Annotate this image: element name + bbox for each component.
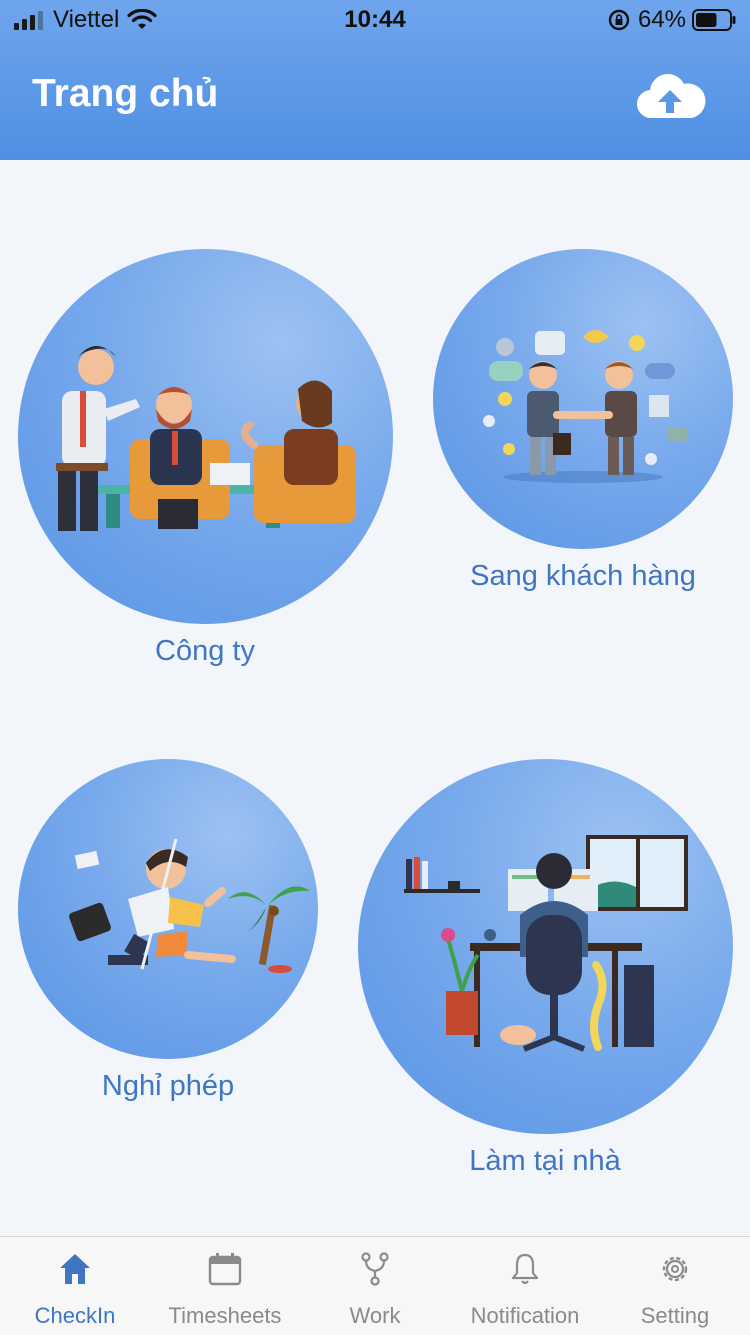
tab-label: CheckIn bbox=[34, 1303, 116, 1328]
work-from-home-illustration-art bbox=[404, 835, 688, 1052]
tab-label: Notification bbox=[470, 1303, 580, 1328]
tab-label: Timesheets bbox=[168, 1303, 282, 1328]
battery-icon bbox=[692, 9, 736, 31]
calendar-icon bbox=[208, 1253, 242, 1286]
battery-percent: 64% bbox=[637, 6, 686, 33]
tab-label: Setting bbox=[640, 1303, 710, 1328]
home-icon bbox=[60, 1254, 90, 1284]
rotation-lock-icon bbox=[608, 9, 630, 31]
option-label: Nghỉ phép bbox=[101, 1070, 235, 1102]
bell-icon bbox=[511, 1253, 539, 1285]
tab-timesheets[interactable]: Timesheets bbox=[150, 1237, 300, 1335]
page-title: Trang chủ bbox=[32, 72, 219, 115]
tab-checkin[interactable]: CheckIn bbox=[0, 1237, 150, 1335]
meeting-illustration bbox=[18, 249, 393, 624]
tab-bar: CheckIn Timesheets Work Notification Set… bbox=[0, 1236, 750, 1335]
cloud-upload-icon bbox=[636, 74, 706, 119]
gear-icon bbox=[662, 1256, 688, 1282]
tab-label: Work bbox=[349, 1303, 401, 1328]
handshake-illustration-art bbox=[483, 330, 687, 483]
vacation-illustration-art bbox=[69, 838, 310, 973]
work-from-home-illustration bbox=[358, 759, 733, 1134]
tab-notification[interactable]: Notification bbox=[450, 1237, 600, 1335]
option-label: Làm tại nhà bbox=[469, 1145, 621, 1177]
option-label: Công ty bbox=[155, 635, 255, 667]
tab-setting[interactable]: Setting bbox=[600, 1237, 750, 1335]
vacation-illustration bbox=[18, 759, 318, 1059]
tab-work[interactable]: Work bbox=[300, 1237, 450, 1335]
status-bar: Viettel 10:44 64% bbox=[0, 0, 750, 40]
app-header: Viettel 10:44 64% Trang chủ bbox=[0, 0, 750, 160]
meeting-illustration-art bbox=[56, 346, 356, 531]
upload-button[interactable] bbox=[634, 68, 706, 126]
git-branch-icon bbox=[361, 1252, 389, 1286]
option-label: Sang khách hàng bbox=[470, 560, 696, 592]
handshake-illustration bbox=[433, 249, 733, 549]
